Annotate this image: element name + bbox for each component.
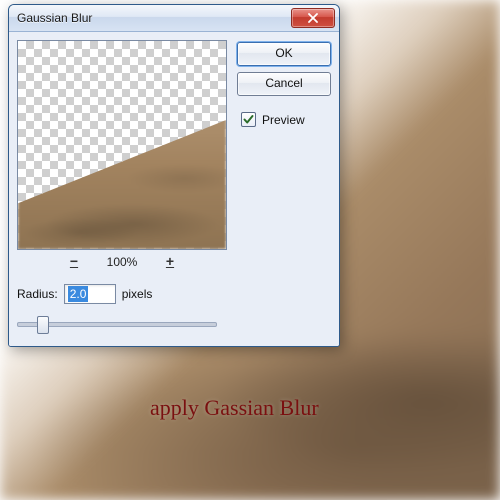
radius-unit: pixels bbox=[122, 287, 153, 301]
preview-checkbox-label: Preview bbox=[262, 113, 305, 127]
gaussian-blur-dialog: Gaussian Blur − 100% + OK Cancel bbox=[8, 4, 340, 347]
preview-toggle-row: Preview bbox=[237, 112, 331, 127]
preview-column: − 100% + bbox=[17, 40, 227, 270]
radius-label: Radius: bbox=[17, 287, 58, 301]
dialog-body: − 100% + OK Cancel Preview bbox=[9, 32, 339, 278]
check-icon bbox=[242, 113, 255, 126]
zoom-out-button[interactable]: − bbox=[64, 254, 84, 270]
slider-thumb[interactable] bbox=[37, 316, 49, 334]
dialog-title: Gaussian Blur bbox=[17, 11, 291, 25]
annotation-text: apply Gassian Blur bbox=[150, 395, 319, 421]
button-column: OK Cancel Preview bbox=[237, 40, 331, 270]
ok-button[interactable]: OK bbox=[237, 42, 331, 66]
zoom-controls: − 100% + bbox=[17, 254, 227, 270]
zoom-level: 100% bbox=[102, 255, 142, 269]
radius-area: Radius: 2.0 pixels bbox=[9, 278, 339, 346]
zoom-in-button[interactable]: + bbox=[160, 254, 180, 270]
radius-input[interactable]: 2.0 bbox=[64, 284, 116, 304]
radius-value: 2.0 bbox=[68, 286, 89, 302]
close-button[interactable] bbox=[291, 8, 335, 28]
preview-frame[interactable] bbox=[17, 40, 227, 250]
radius-row: Radius: 2.0 pixels bbox=[17, 284, 331, 304]
radius-slider[interactable] bbox=[17, 314, 217, 332]
cancel-button[interactable]: Cancel bbox=[237, 72, 331, 96]
preview-checkbox[interactable] bbox=[241, 112, 256, 127]
titlebar[interactable]: Gaussian Blur bbox=[9, 5, 339, 32]
close-icon bbox=[308, 13, 318, 23]
